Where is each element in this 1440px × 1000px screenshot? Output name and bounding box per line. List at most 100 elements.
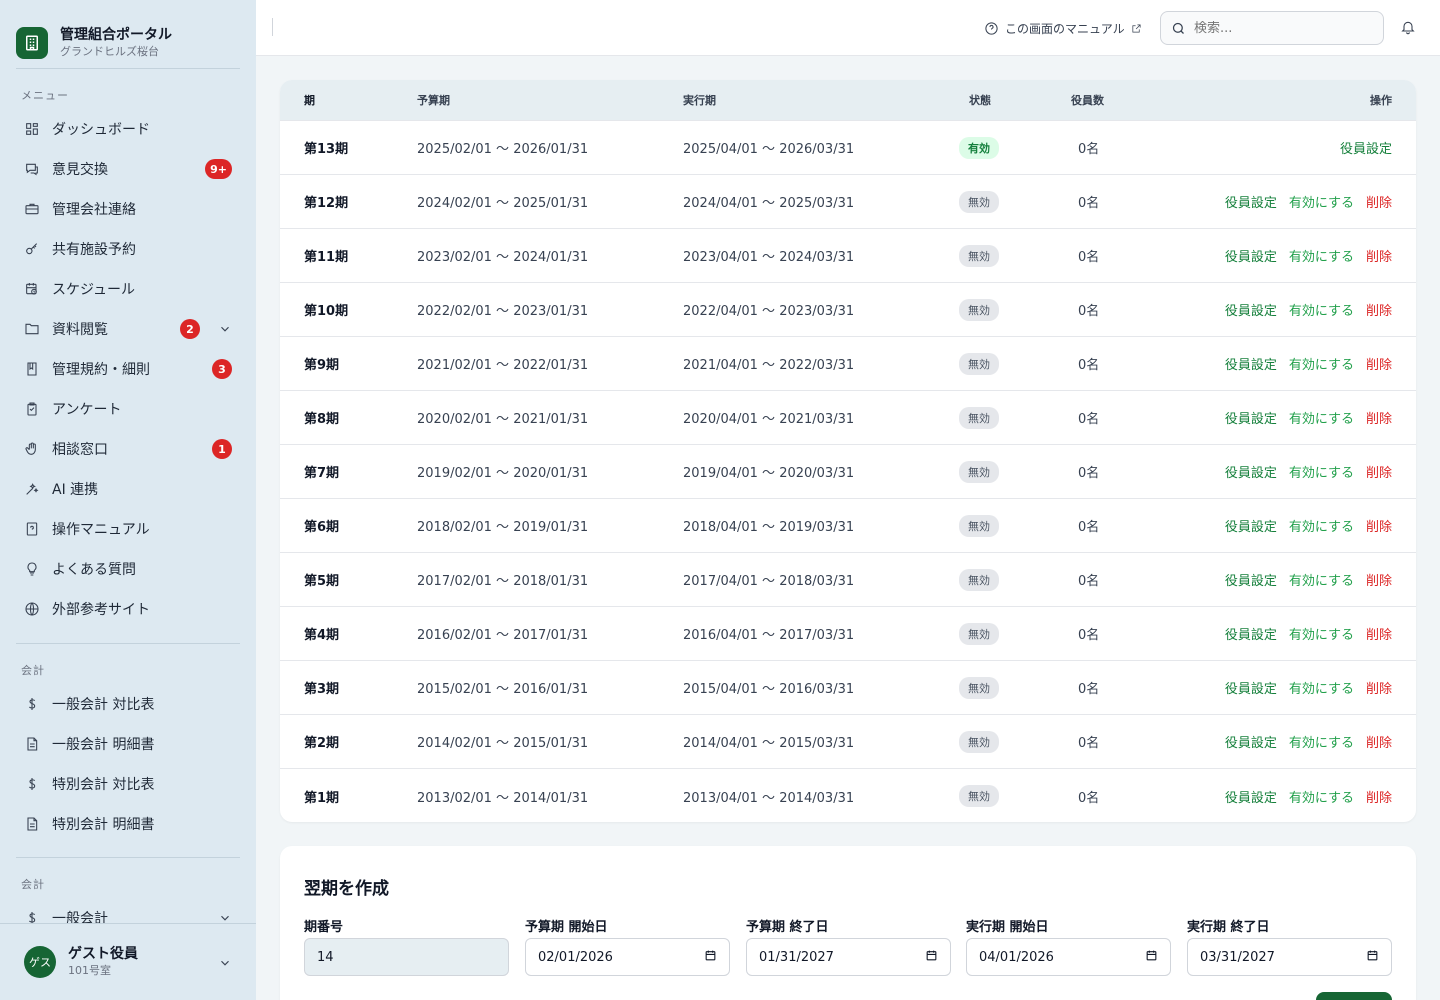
delete-button[interactable]: 削除 — [1366, 732, 1392, 751]
activate-button[interactable]: 有効にする — [1289, 408, 1354, 427]
activate-button[interactable]: 有効にする — [1289, 624, 1354, 643]
sidebar-item-menu-1[interactable]: 意見交換 9+ — [0, 149, 256, 189]
sidebar-item-accounting-1[interactable]: 一般会計 明細書 — [0, 724, 256, 764]
table-row: 第1期 2013/02/01 〜 2014/01/31 2013/04/01 〜 2… — [280, 769, 1416, 822]
date-field[interactable]: 01/31/2027 — [746, 938, 951, 976]
sidebar-item-menu-4[interactable]: スケジュール — [0, 269, 256, 309]
create-next-term-card: 翌期を作成 期番号 14 予算期 開始日 02/01/2026 予算期 終了日 01/31… — [280, 846, 1416, 1000]
header-budget: 予算期 — [417, 94, 450, 107]
table-row: 第5期 2017/02/01 〜 2018/01/31 2017/04/01 〜 2… — [280, 553, 1416, 607]
officer-settings-button[interactable]: 役員設定 — [1225, 246, 1277, 265]
officer-settings-button[interactable]: 役員設定 — [1225, 462, 1277, 481]
activate-button[interactable]: 有効にする — [1289, 678, 1354, 697]
officer-settings-button[interactable]: 役員設定 — [1225, 516, 1277, 535]
officer-settings-button[interactable]: 役員設定 — [1225, 678, 1277, 697]
officer-settings-button[interactable]: 役員設定 — [1225, 732, 1277, 751]
notification-badge: 3 — [212, 359, 232, 379]
sidebar-item-accounting-3[interactable]: 特別会計 明細書 — [0, 804, 256, 844]
officer-settings-button[interactable]: 役員設定 — [1225, 192, 1277, 211]
activate-button[interactable]: 有効にする — [1289, 570, 1354, 589]
delete-button[interactable]: 削除 — [1366, 408, 1392, 427]
delete-button[interactable]: 削除 — [1366, 624, 1392, 643]
create-field: 期番号 14 — [304, 916, 509, 976]
date-field[interactable]: 03/31/2027 — [1187, 938, 1392, 976]
create-submit-button[interactable] — [1316, 992, 1392, 1000]
search-input[interactable] — [1194, 20, 1364, 36]
members-count-cell: 0名 — [1078, 574, 1100, 589]
date-field[interactable]: 04/01/2026 — [966, 938, 1171, 976]
officer-settings-button[interactable]: 役員設定 — [1225, 787, 1277, 806]
notification-bell[interactable] — [1400, 19, 1418, 37]
field-label: 期番号 — [304, 920, 344, 935]
sidebar-item-menu-10[interactable]: 操作マニュアル — [0, 509, 256, 549]
actions-cell: 役員設定 有効にする 削除 — [1225, 337, 1392, 390]
sidebar-item-menu-0[interactable]: ダッシュボード — [0, 109, 256, 149]
delete-button[interactable]: 削除 — [1366, 192, 1392, 211]
delete-button[interactable]: 削除 — [1366, 787, 1392, 806]
exec-period-cell: 2022/04/01 〜 2023/03/31 — [683, 304, 855, 319]
sidebar-item-menu-9[interactable]: AI 連携 — [0, 469, 256, 509]
table-header: 期 予算期 実行期 状態 役員数 操作 — [280, 80, 1416, 121]
officer-settings-button[interactable]: 役員設定 — [1225, 300, 1277, 319]
search-icon — [1172, 22, 1184, 34]
delete-button[interactable]: 削除 — [1366, 354, 1392, 373]
sidebar-item-accounting-0[interactable]: 一般会計 対比表 — [0, 684, 256, 724]
delete-button[interactable]: 削除 — [1366, 570, 1392, 589]
screen-manual-link[interactable]: この画面のマニュアル — [984, 20, 1142, 37]
delete-button[interactable]: 削除 — [1366, 300, 1392, 319]
notification-badge: 1 — [212, 439, 232, 459]
sidebar-item-menu-8[interactable]: 相談窓口 1 — [0, 429, 256, 469]
user-menu[interactable]: ゲス ゲスト役員 101号室 — [0, 923, 256, 1000]
sidebar-item-accounting-2[interactable]: 特別会計 対比表 — [0, 764, 256, 804]
activate-button[interactable]: 有効にする — [1289, 787, 1354, 806]
term-cell: 第11期 — [304, 250, 349, 265]
sidebar-item-menu-11[interactable]: よくある質問 — [0, 549, 256, 589]
status-badge: 無効 — [959, 622, 999, 645]
term-cell: 第2期 — [304, 736, 340, 751]
budget-period-cell: 2016/02/01 〜 2017/01/31 — [417, 628, 589, 643]
activate-button[interactable]: 有効にする — [1289, 462, 1354, 481]
create-field: 予算期 終了日 01/31/2027 — [746, 916, 951, 976]
exec-period-cell: 2023/04/01 〜 2024/03/31 — [683, 250, 855, 265]
officer-settings-button[interactable]: 役員設定 — [1225, 354, 1277, 373]
activate-button[interactable]: 有効にする — [1289, 192, 1354, 211]
date-field[interactable]: 02/01/2026 — [525, 938, 730, 976]
officer-settings-button[interactable]: 役員設定 — [1225, 624, 1277, 643]
sidebar-item-label: スケジュール — [52, 282, 136, 298]
members-count-cell: 0名 — [1078, 520, 1100, 535]
exec-period-cell: 2013/04/01 〜 2014/03/31 — [683, 790, 855, 806]
activate-button[interactable]: 有効にする — [1289, 354, 1354, 373]
sparkle-icon — [24, 481, 40, 497]
status-cell: 無効 — [959, 229, 999, 282]
status-badge: 無効 — [959, 676, 999, 699]
header-term: 期 — [304, 94, 315, 107]
sidebar-item-menu-3[interactable]: 共有施設予約 — [0, 229, 256, 269]
sidebar-item-menu-2[interactable]: 管理会社連絡 — [0, 189, 256, 229]
lightbulb-icon — [24, 561, 40, 577]
delete-button[interactable]: 削除 — [1366, 516, 1392, 535]
delete-button[interactable]: 削除 — [1366, 462, 1392, 481]
actions-cell: 役員設定 有効にする 削除 — [1225, 445, 1392, 498]
officer-settings-button[interactable]: 役員設定 — [1340, 138, 1392, 157]
activate-button[interactable]: 有効にする — [1289, 300, 1354, 319]
activate-button[interactable]: 有効にする — [1289, 246, 1354, 265]
activate-button[interactable]: 有効にする — [1289, 732, 1354, 751]
delete-button[interactable]: 削除 — [1366, 678, 1392, 697]
sidebar-item-menu-7[interactable]: アンケート — [0, 389, 256, 429]
members-count-cell: 0名 — [1078, 736, 1100, 751]
activate-button[interactable]: 有効にする — [1289, 516, 1354, 535]
sidebar-item-menu-5[interactable]: 資料閲覧 2 — [0, 309, 256, 349]
status-cell: 無効 — [959, 499, 999, 552]
sidebar-item-menu-6[interactable]: 管理規約・細則 3 — [0, 349, 256, 389]
officer-settings-button[interactable]: 役員設定 — [1225, 408, 1277, 427]
status-badge: 無効 — [959, 730, 999, 753]
exec-period-cell: 2019/04/01 〜 2020/03/31 — [683, 466, 855, 481]
status-badge: 無効 — [959, 190, 999, 213]
table-row: 第7期 2019/02/01 〜 2020/01/31 2019/04/01 〜 2… — [280, 445, 1416, 499]
sidebar-item-menu-12[interactable]: 外部参考サイト — [0, 589, 256, 629]
officer-settings-button[interactable]: 役員設定 — [1225, 570, 1277, 589]
header-status: 状態 — [969, 94, 991, 107]
actions-cell: 役員設定 有効にする 削除 — [1225, 553, 1392, 606]
delete-button[interactable]: 削除 — [1366, 246, 1392, 265]
search-box[interactable] — [1160, 11, 1384, 45]
